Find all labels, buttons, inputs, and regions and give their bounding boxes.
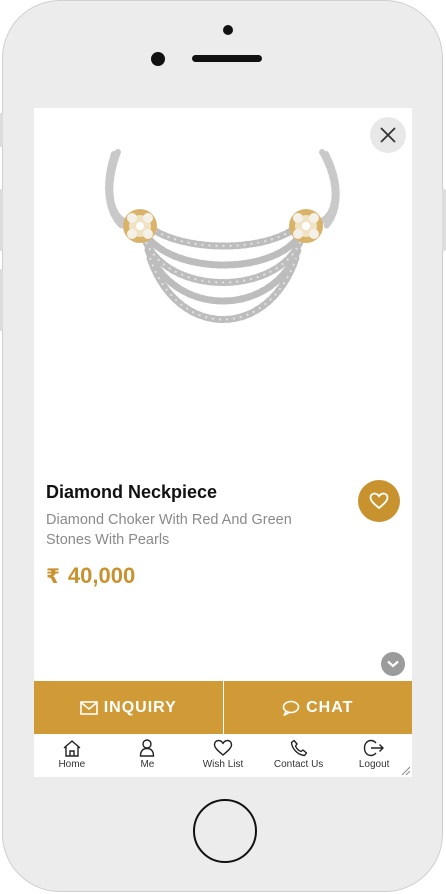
mute-switch: [0, 113, 3, 147]
tab-me[interactable]: Me: [110, 734, 186, 777]
heart-icon: [369, 492, 389, 510]
tab-home-label: Home: [58, 759, 86, 770]
home-button[interactable]: [193, 799, 257, 863]
speech-bubble-icon: [282, 700, 300, 716]
tab-logout-label: Logout: [358, 759, 390, 770]
action-bar: INQUIRY CHAT: [34, 681, 412, 734]
close-button[interactable]: [370, 117, 406, 153]
volume-up-button: [0, 189, 3, 251]
power-button: [442, 189, 446, 251]
inquiry-label: INQUIRY: [103, 698, 177, 716]
earpiece-speaker: [192, 55, 262, 62]
chat-button[interactable]: CHAT: [222, 681, 413, 734]
tab-home[interactable]: Home: [34, 734, 110, 777]
product-image: [105, 149, 340, 323]
phone-icon: [290, 739, 307, 757]
tab-me-label: Me: [140, 759, 155, 770]
currency-symbol: ₹: [46, 566, 60, 588]
product-price: ₹40,000: [46, 563, 135, 589]
volume-down-button: [0, 269, 3, 331]
front-camera: [223, 25, 233, 35]
chat-label: CHAT: [306, 698, 354, 716]
resize-grip-icon: [401, 766, 410, 775]
product-description: Diamond Choker With Red And Green Stones…: [46, 512, 292, 548]
logout-icon: [363, 739, 385, 757]
chevron-down-icon: [387, 660, 399, 668]
product-title: Diamond Neckpiece: [46, 482, 218, 502]
app-screen: Diamond Neckpiece Diamond Choker With Re…: [34, 108, 412, 777]
user-icon: [140, 739, 155, 757]
proximity-sensor: [151, 52, 165, 66]
add-to-wishlist-button[interactable]: [358, 480, 400, 522]
tab-wish-list-label: Wish List: [202, 759, 244, 770]
bottom-tab-bar: Home Me Wish List Contact Us Logout: [34, 734, 412, 777]
heart-icon: [213, 739, 233, 756]
tab-contact-us-label: Contact Us: [273, 759, 324, 770]
tab-wish-list[interactable]: Wish List: [185, 734, 261, 777]
tab-contact-us[interactable]: Contact Us: [261, 734, 337, 777]
inquiry-button[interactable]: INQUIRY: [34, 681, 223, 734]
close-icon: [380, 127, 396, 143]
envelope-icon: [79, 700, 98, 715]
price-value: 40,000: [67, 563, 136, 588]
scroll-down-button[interactable]: [381, 652, 405, 676]
home-icon: [63, 740, 81, 757]
